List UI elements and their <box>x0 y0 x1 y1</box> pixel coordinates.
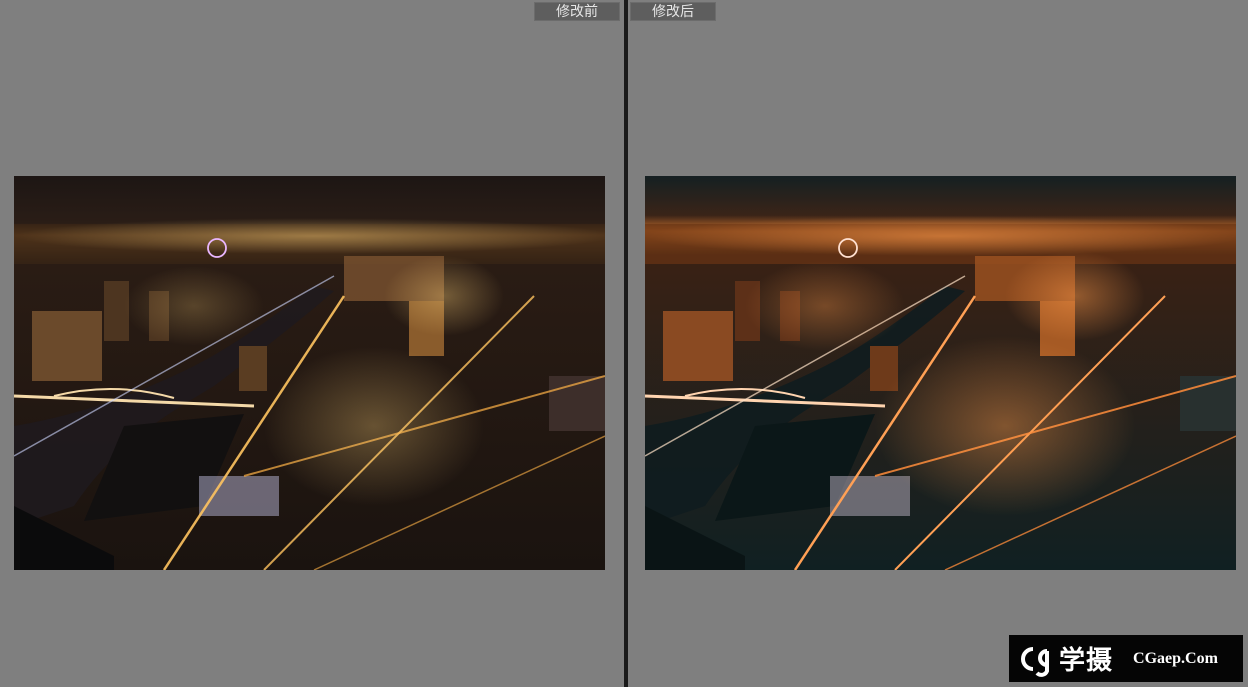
before-photo[interactable] <box>14 176 605 570</box>
city-night-image-after <box>645 176 1236 570</box>
after-pane: 修改后 <box>628 0 1248 687</box>
cg-logo-icon <box>1021 646 1049 677</box>
city-night-image-before <box>14 176 605 570</box>
after-photo[interactable] <box>645 176 1236 570</box>
brand-watermark: 学摄 CGaep.Com <box>1009 635 1243 682</box>
watermark-brand-cn: 学摄 <box>1059 646 1114 676</box>
before-pane: 修改前 <box>0 0 624 687</box>
watermark-brand-en: CGaep.Com <box>1133 649 1218 667</box>
after-label: 修改后 <box>630 2 716 21</box>
before-label: 修改前 <box>534 2 620 21</box>
